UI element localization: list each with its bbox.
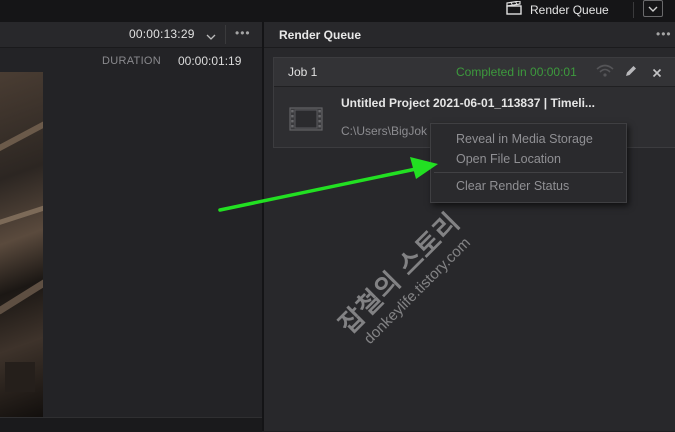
- context-menu: Reveal in Media Storage Open File Locati…: [430, 123, 627, 203]
- workspace-dropdown-button[interactable]: [643, 0, 663, 17]
- timecode-display: 00:00:13:29: [129, 27, 195, 41]
- toolbar-divider: [633, 2, 634, 18]
- viewer-header: 00:00:13:29 •••: [0, 22, 262, 48]
- render-queue-toggle-button[interactable]: Render Queue: [506, 0, 609, 20]
- menu-divider: [434, 172, 623, 173]
- duration-row: DURATION 00:00:01:19: [0, 48, 262, 72]
- menu-item-clear-render-status[interactable]: Clear Render Status: [456, 179, 569, 193]
- chevron-down-icon[interactable]: [206, 28, 216, 46]
- render-queue-options-button[interactable]: •••: [656, 27, 672, 41]
- chevron-down-icon: [648, 0, 658, 18]
- job-filename: Untitled Project 2021-06-01_113837 | Tim…: [341, 96, 595, 110]
- job-status: Completed in 00:00:01: [456, 65, 577, 79]
- viewer-panel: 00:00:13:29 ••• DURATION 00:00:01:19: [0, 22, 262, 432]
- clapperboard-icon: [506, 0, 522, 20]
- menu-item-open-file-location[interactable]: Open File Location: [456, 152, 561, 166]
- job-path: C:\Users\BigJok: [341, 124, 428, 138]
- video-preview: [0, 72, 43, 417]
- menu-item-reveal-in-media-storage[interactable]: Reveal in Media Storage: [456, 132, 593, 146]
- render-job-header: Job 1 Completed in 00:00:01: [274, 58, 675, 87]
- wireless-icon: [595, 63, 615, 82]
- pencil-icon[interactable]: [624, 64, 638, 83]
- render-queue-title: Render Queue: [279, 28, 362, 42]
- header-divider: [225, 25, 226, 44]
- duration-label: DURATION: [102, 55, 162, 67]
- film-thumbnail-icon: [289, 107, 323, 136]
- job-title: Job 1: [288, 65, 318, 79]
- viewer-footer: [0, 417, 262, 432]
- top-toolbar: Render Queue: [0, 0, 675, 22]
- close-icon[interactable]: [652, 65, 662, 83]
- duration-value: 00:00:01:19: [178, 54, 242, 68]
- render-queue-label: Render Queue: [530, 3, 609, 17]
- viewer-options-button[interactable]: •••: [235, 26, 251, 40]
